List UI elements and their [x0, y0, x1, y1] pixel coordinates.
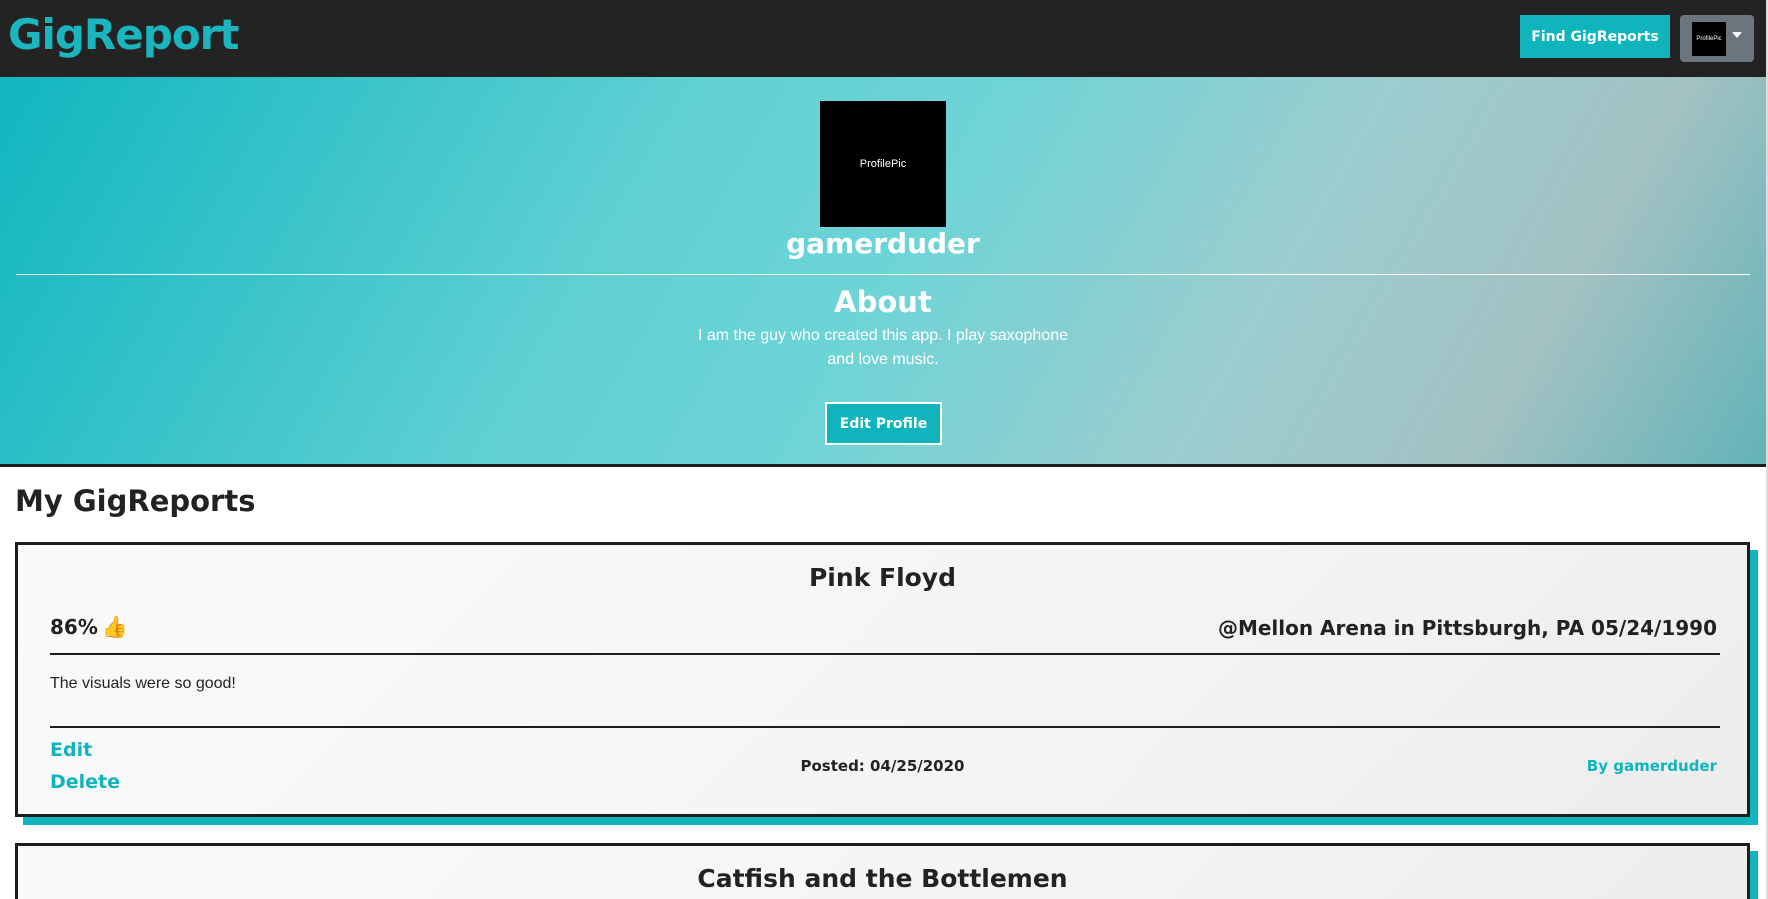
posted-date: Posted: 04/25/2020 [800, 757, 965, 775]
about-text: I am the guy who created this app. I pla… [697, 327, 1068, 368]
top-navbar: GigReport Find GigReports ProfilePic [0, 0, 1768, 77]
divider [50, 653, 1720, 655]
page-title: My GigReports [15, 484, 256, 518]
thumbs-up-icon: 👍 [101, 615, 129, 639]
venue-date: @Mellon Arena in Pittsburgh, PA 05/24/19… [1217, 616, 1717, 640]
divider [16, 274, 1750, 275]
rating: 86% 👍 [50, 615, 128, 640]
profile-picture: ProfilePic [820, 101, 946, 227]
user-menu-button[interactable]: ProfilePic [1680, 15, 1754, 62]
band-name: Pink Floyd [808, 563, 957, 592]
brand-logo[interactable]: GigReport [8, 10, 239, 59]
review-text: The visuals were so good! [50, 675, 236, 692]
gigreport-card: Pink Floyd 86% 👍 @Mellon Arena in Pittsbu… [15, 542, 1750, 817]
chevron-down-icon [1732, 31, 1742, 38]
profile-hero: ProfilePic gamerduder About I am the guy… [0, 77, 1768, 467]
author-link[interactable]: By gamerduder [1587, 757, 1717, 775]
avatar: ProfilePic [1692, 21, 1726, 56]
rating-percent: 86% [50, 615, 98, 639]
divider [50, 726, 1720, 728]
find-gigreports-button[interactable]: Find GigReports [1520, 15, 1670, 58]
band-name: Catfish and the Bottlemen [697, 864, 1068, 893]
about-heading: About [834, 285, 932, 319]
edit-profile-button[interactable]: Edit Profile [825, 402, 942, 445]
gigreport-card: Catfish and the Bottlemen [15, 843, 1750, 899]
profile-username: gamerduder [786, 227, 980, 260]
